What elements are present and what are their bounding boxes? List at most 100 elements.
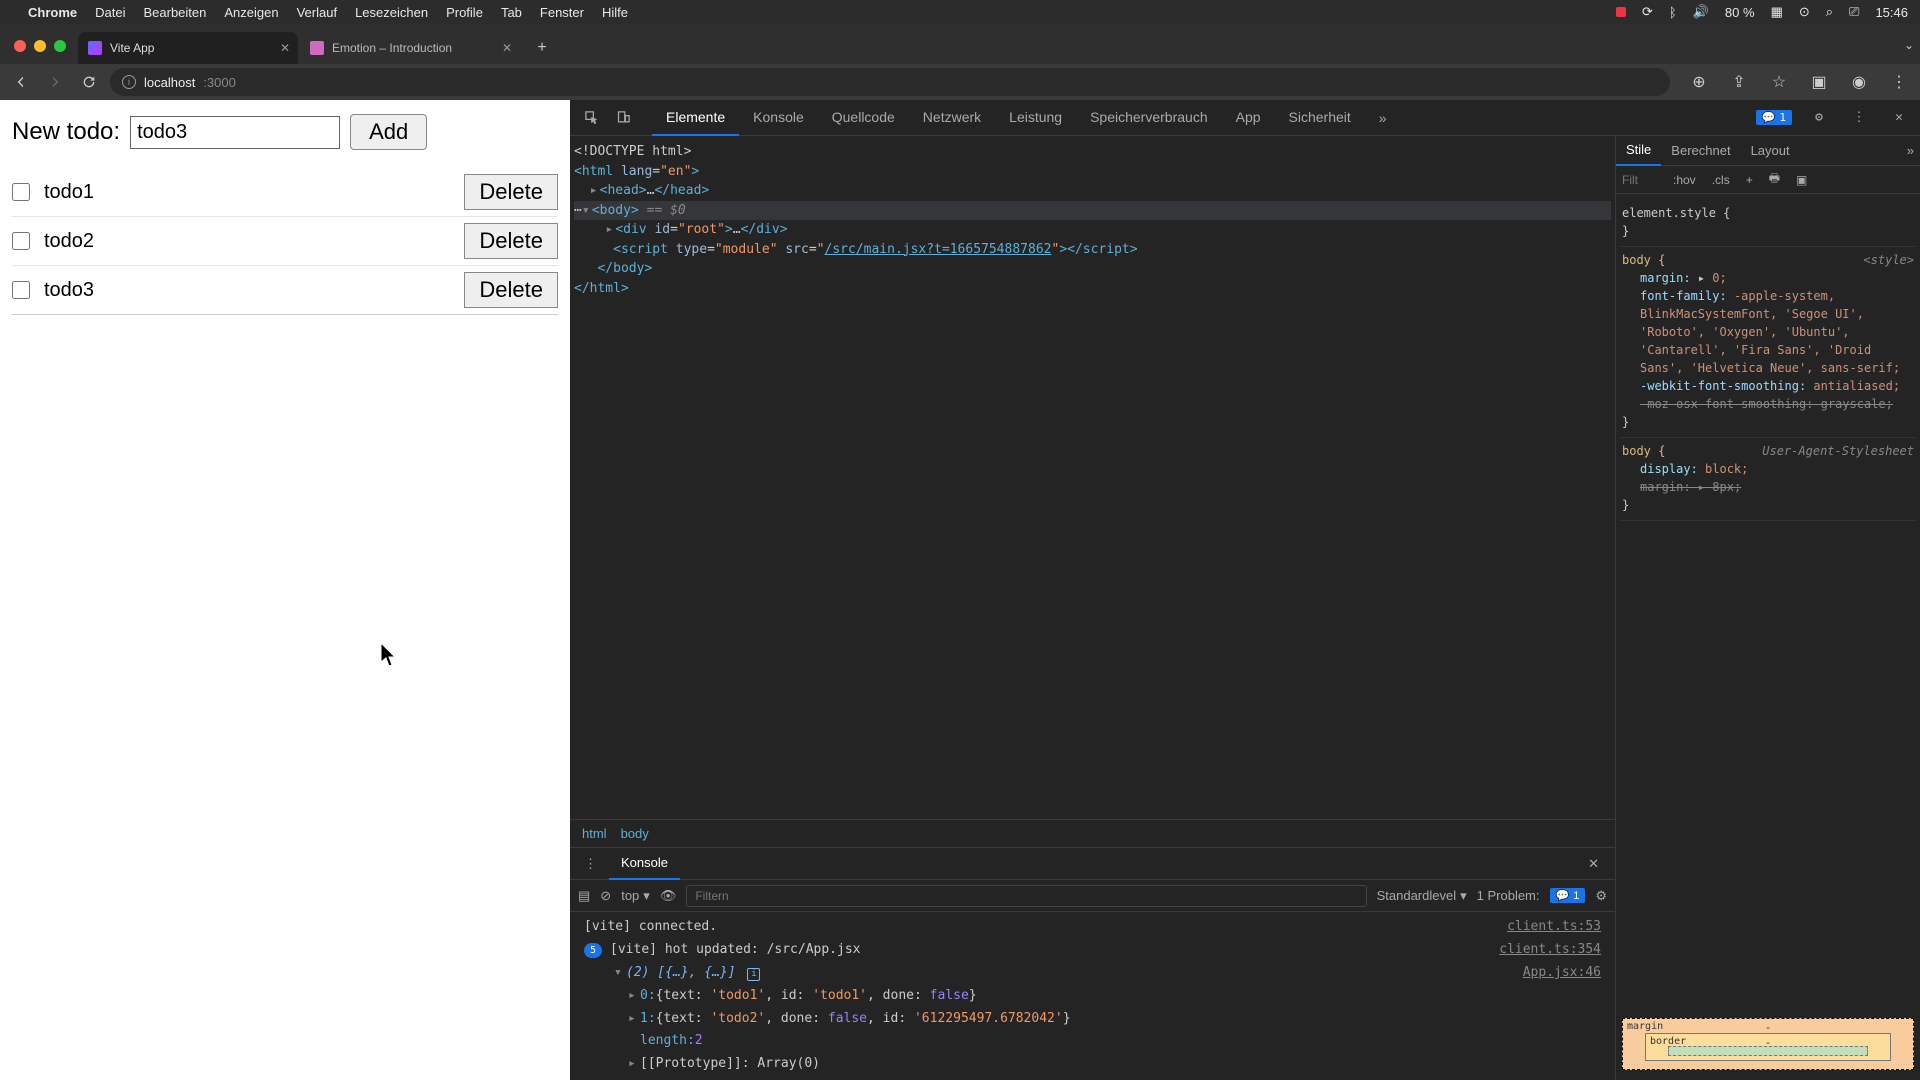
sync-icon[interactable]: ⟳ <box>1642 4 1653 20</box>
crumb-body[interactable]: body <box>621 826 649 841</box>
new-style-rule-icon[interactable]: + <box>1741 171 1758 189</box>
styles-sidebar: Stile Berechnet Layout » :hov .cls + 🖶 ▣… <box>1615 136 1920 1080</box>
live-expression-icon[interactable]: 👁 <box>660 888 677 904</box>
url-input[interactable]: i localhost:3000 <box>110 68 1670 96</box>
console-output[interactable]: [vite] connected.client.ts:53 5[vite] ho… <box>570 912 1615 1080</box>
reload-button[interactable] <box>76 69 102 95</box>
menu-anzeigen[interactable]: Anzeigen <box>224 5 278 20</box>
macos-menubar: Chrome Datei Bearbeiten Anzeigen Verlauf… <box>0 0 1920 24</box>
more-icon[interactable]: ⋮ <box>1846 105 1872 131</box>
volume-icon[interactable]: 🔊 <box>1693 4 1709 20</box>
favicon-icon <box>88 41 102 55</box>
add-button[interactable]: Add <box>350 114 427 150</box>
menu-verlauf[interactable]: Verlauf <box>297 5 337 20</box>
bluetooth-icon[interactable]: ᛒ <box>1669 5 1677 20</box>
execution-context-select[interactable]: top ▾ <box>621 888 650 904</box>
tabs-dropdown-icon[interactable]: ⌄ <box>1904 38 1914 52</box>
drawer-close-icon[interactable]: ✕ <box>1580 852 1607 876</box>
devtools-tab[interactable]: App <box>1222 100 1275 136</box>
styles-filter-input[interactable] <box>1622 173 1662 187</box>
url-path: :3000 <box>203 75 236 90</box>
close-window-button[interactable] <box>14 40 26 52</box>
menu-bearbeiten[interactable]: Bearbeiten <box>143 5 206 20</box>
browser-chrome: Vite App ✕ Emotion – Introduction ✕ + ⌄ … <box>0 24 1920 100</box>
devtools-tab[interactable]: Leistung <box>995 100 1076 136</box>
css-rules[interactable]: element.style { } body {<style> margin: … <box>1616 194 1920 1008</box>
todo-text: todo1 <box>44 181 464 204</box>
devtools-tab[interactable]: Netzwerk <box>909 100 995 136</box>
menu-hilfe[interactable]: Hilfe <box>602 5 628 20</box>
window-controls <box>14 40 66 52</box>
menu-profile[interactable]: Profile <box>446 5 483 20</box>
tab-close-icon[interactable]: ✕ <box>502 41 512 55</box>
devtools-tab[interactable]: Sicherheit <box>1275 100 1365 136</box>
drawer-menu-icon[interactable]: ⋮ <box>578 852 603 876</box>
inspect-element-icon[interactable] <box>578 105 604 131</box>
devtools-tab[interactable]: Speicherverbrauch <box>1076 100 1222 136</box>
stats-icon[interactable]: ▦ <box>1771 4 1783 20</box>
tab-close-icon[interactable]: ✕ <box>280 41 290 55</box>
recording-icon[interactable] <box>1616 7 1626 17</box>
drawer-tab-konsole[interactable]: Konsole <box>609 847 680 880</box>
forward-button[interactable] <box>42 69 68 95</box>
close-devtools-icon[interactable]: ✕ <box>1886 105 1912 131</box>
menu-tab[interactable]: Tab <box>501 5 522 20</box>
log-level-select[interactable]: Standardlevel ▾ <box>1377 888 1467 904</box>
control-center-icon[interactable]: ⎚ <box>1849 4 1859 20</box>
share-icon[interactable]: ⇪ <box>1726 69 1752 95</box>
back-button[interactable] <box>8 69 34 95</box>
delete-button[interactable]: Delete <box>464 223 558 259</box>
print-icon[interactable]: 🖶 <box>1764 167 1785 192</box>
app-name[interactable]: Chrome <box>28 5 77 20</box>
console-sidebar-icon[interactable]: ▤ <box>578 888 590 904</box>
menu-fenster[interactable]: Fenster <box>540 5 584 20</box>
wifi-icon[interactable]: ⊙ <box>1799 4 1810 20</box>
tab-stile[interactable]: Stile <box>1616 136 1661 166</box>
todo-checkbox[interactable] <box>12 183 30 201</box>
settings-icon[interactable]: ⚙ <box>1806 105 1832 131</box>
cls-toggle[interactable]: .cls <box>1707 171 1735 189</box>
battery-percent[interactable]: 80 % <box>1725 5 1755 20</box>
devtools-tab[interactable]: Quellcode <box>818 100 909 136</box>
crumb-html[interactable]: html <box>582 826 607 841</box>
profile-icon[interactable]: ◉ <box>1846 69 1872 95</box>
delete-button[interactable]: Delete <box>464 174 558 210</box>
devtools-tab[interactable]: Elemente <box>652 100 739 136</box>
computed-toggle-icon[interactable]: ▣ <box>1791 171 1812 189</box>
todo-checkbox[interactable] <box>12 232 30 250</box>
zoom-icon[interactable]: ⊕ <box>1686 69 1712 95</box>
breadcrumb[interactable]: html body <box>570 819 1615 847</box>
device-toggle-icon[interactable] <box>610 105 636 131</box>
browser-tab[interactable]: Emotion – Introduction ✕ <box>300 32 520 64</box>
menu-lesezeichen[interactable]: Lesezeichen <box>355 5 428 20</box>
clock[interactable]: 15:46 <box>1875 5 1908 20</box>
search-icon[interactable]: ⌕ <box>1826 4 1833 20</box>
styles-tabs-more-icon[interactable]: » <box>1901 136 1920 165</box>
todo-row: todo2Delete <box>12 217 558 266</box>
dom-tree[interactable]: <!DOCTYPE html> <html lang="en"> ▸<head>… <box>570 136 1615 819</box>
sidepanel-icon[interactable]: ▣ <box>1806 69 1832 95</box>
site-info-icon[interactable]: i <box>122 75 136 89</box>
tab-layout[interactable]: Layout <box>1741 136 1800 165</box>
console-settings-icon[interactable]: ⚙ <box>1595 888 1607 904</box>
bookmark-icon[interactable]: ☆ <box>1766 69 1792 95</box>
hov-toggle[interactable]: :hov <box>1668 171 1701 189</box>
browser-tab-active[interactable]: Vite App ✕ <box>78 32 298 64</box>
tab-berechnet[interactable]: Berechnet <box>1661 136 1740 165</box>
devtools-tabs-more-icon[interactable]: » <box>1371 101 1395 135</box>
new-tab-button[interactable]: + <box>528 34 556 62</box>
console-filter-input[interactable] <box>686 885 1366 907</box>
box-model[interactable]: margin- border- <box>1622 1018 1914 1070</box>
maximize-window-button[interactable] <box>54 40 66 52</box>
issues-badge[interactable]: 💬 1 <box>1756 110 1792 125</box>
clear-console-icon[interactable]: ⊘ <box>600 888 611 904</box>
chrome-menu-icon[interactable]: ⋮ <box>1886 69 1912 95</box>
delete-button[interactable]: Delete <box>464 272 558 308</box>
minimize-window-button[interactable] <box>34 40 46 52</box>
problems-badge[interactable]: 💬 1 <box>1550 888 1586 903</box>
new-todo-input[interactable] <box>130 116 340 149</box>
todo-checkbox[interactable] <box>12 281 30 299</box>
devtools-tab[interactable]: Konsole <box>739 100 818 136</box>
menu-datei[interactable]: Datei <box>95 5 125 20</box>
todo-text: todo2 <box>44 230 464 253</box>
